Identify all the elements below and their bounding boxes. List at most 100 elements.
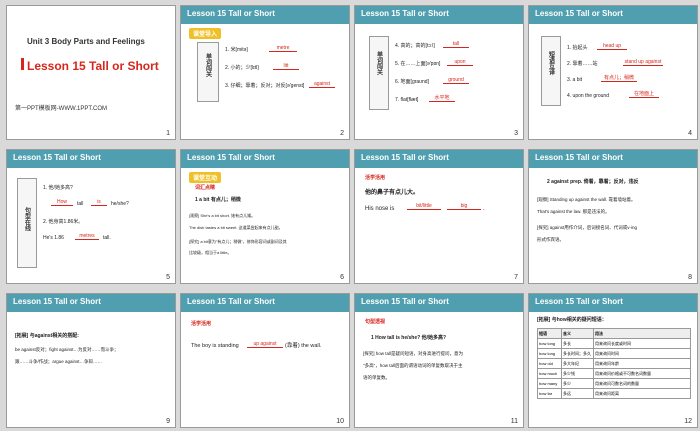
slide-number: 12 (684, 418, 692, 425)
slide-thumbnail-1[interactable]: Unit 3 Body Parts and Feelings Lesson 15… (6, 5, 176, 140)
sentence-word: tall (77, 201, 84, 207)
text-line: 2 against prep. 倚着，靠着；反对，违反 (547, 179, 639, 185)
side-label-box: 单词闯关 (369, 36, 389, 110)
text-line: be against反对；fight against…为反对……而斗争； (15, 347, 119, 352)
text-line: [探究] how tall是疑问短语，对身高进行提问，意为 (363, 351, 464, 356)
text-line: 1 a bit 有点儿；稍微 (195, 197, 241, 203)
sentence-word: He's 1.86 (43, 235, 64, 241)
slide-header-text: Lesson 15 Tall or Short (187, 9, 275, 18)
answer-blank: is (91, 200, 107, 206)
vocab-item: 6. 地面[graʊnd] (395, 79, 429, 85)
lesson-title: Lesson 15 Tall or Short (27, 59, 159, 73)
subsection-label: 活学活用 (365, 175, 386, 181)
table-row: how long 多长 用来询问长度或时间 (537, 338, 691, 349)
table-header-cell: 短语 (537, 328, 562, 339)
slide-thumbnail-8[interactable]: Lesson 15 Tall or Short 2 against prep. … (528, 149, 698, 284)
table-row: how many 多少 用来询问可数名词的数量 (537, 378, 691, 389)
table-cell: 多大年纪 (561, 358, 594, 369)
slide-number: 7 (514, 274, 518, 281)
vocab-item: 7. flat[flæt] (395, 97, 419, 103)
sentence-word: he/she? (111, 201, 129, 207)
answer-blank: against (309, 82, 335, 88)
slide-header-text: Lesson 15 Tall or Short (535, 297, 623, 306)
text-line: [拓展] 与how相关的疑问短语： (537, 317, 607, 323)
slide-number: 5 (166, 274, 170, 281)
slide-header-bar: Lesson 15 Tall or Short (181, 150, 349, 168)
slide-header-bar: Lesson 15 Tall or Short (181, 6, 349, 24)
slide-number: 9 (166, 418, 170, 425)
slide-thumbnail-3[interactable]: Lesson 15 Tall or Short 单词闯关 4. 高的；高的[tɔ… (354, 5, 524, 140)
sentence-line: 1. 他/她多高? (43, 185, 73, 191)
slide-sorter-grid: Unit 3 Body Parts and Feelings Lesson 15… (0, 0, 700, 431)
text-line: [拓展] 与against相关的搭配: (15, 333, 79, 339)
slide-number: 3 (514, 130, 518, 137)
slide-number: 8 (688, 274, 692, 281)
section-tag: 课堂导入 (189, 28, 222, 39)
table-cell: 多长时间；多久 (561, 348, 594, 359)
slide-header-text: Lesson 15 Tall or Short (361, 297, 449, 306)
table-cell: how much (537, 368, 562, 379)
slide-number: 2 (340, 130, 344, 137)
text-line: That's against the law. 那是违法的。 (537, 209, 610, 214)
slide-thumbnail-4[interactable]: Lesson 15 Tall or Short 短语互译 1. 抬起头 head… (528, 5, 698, 140)
slide-header-bar: Lesson 15 Tall or Short (529, 150, 697, 168)
phrase-item: 1. 抬起头 (567, 45, 588, 51)
text-line: His nose is (365, 206, 395, 212)
table-cell: 用来询问价格或不可数名词数量 (593, 368, 691, 379)
table-cell: 用来询问距离 (593, 388, 691, 399)
title-accent-bar (21, 58, 24, 70)
slide-thumbnail-5[interactable]: Lesson 15 Tall or Short 句型在线 1. 他/她多高? H… (6, 149, 176, 284)
phrase-item: 3. a bit (567, 77, 583, 83)
slide-header-text: Lesson 15 Tall or Short (535, 9, 623, 18)
answer-blank: big (447, 204, 481, 210)
table-cell: how many (537, 378, 562, 389)
side-label-box: 句型在线 (17, 178, 37, 268)
table-cell: 多少钱 (561, 368, 594, 379)
vocab-item: 4. 高的；高的[tɔːl] (395, 43, 435, 49)
vocab-item: 1. 米[mitə] (225, 47, 248, 53)
text-line: 语的单复数。 (363, 375, 390, 380)
slide-number: 6 (340, 274, 344, 281)
table-cell: 用来询问可数名词的数量 (593, 378, 691, 389)
slide-header-bar: Lesson 15 Tall or Short (7, 294, 175, 312)
subsection-label: 句型透视 (365, 319, 386, 325)
sentence-word: tall. (103, 235, 111, 241)
table-cell: how old (537, 358, 562, 369)
table-cell: 用来询问长度或时间 (593, 338, 691, 349)
table-cell: 用来询问时间 (593, 348, 691, 359)
slide-thumbnail-7[interactable]: Lesson 15 Tall or Short 活学活用 他的鼻子有点儿大。 H… (354, 149, 524, 284)
phrase-item: 2. 靠着……站 (567, 61, 598, 67)
slide-thumbnail-10[interactable]: Lesson 15 Tall or Short 活学活用 The boy is … (180, 293, 350, 428)
answer-blank: metre (269, 46, 297, 52)
slide-header-text: Lesson 15 Tall or Short (13, 153, 101, 162)
slide-header-text: Lesson 15 Tall or Short (361, 9, 449, 18)
text-line: [观察] She's a bit short. 她有点儿矮。 (189, 213, 256, 218)
slide-thumbnail-2[interactable]: Lesson 15 Tall or Short 课堂导入 单词闯关 1. 米[m… (180, 5, 350, 140)
table-cell: 多长 (561, 338, 594, 349)
table-header-row: 短语 含义 用法 (537, 328, 691, 339)
subsection-label: 词汇点睛 (195, 185, 216, 191)
slide-thumbnail-6[interactable]: Lesson 15 Tall or Short 课堂互动 词汇点睛 1 a bi… (180, 149, 350, 284)
phrase-item: 4. upon the ground (567, 93, 609, 99)
answer-blank: 有点儿；稍微 (601, 76, 637, 82)
answer-blank: upon (447, 60, 473, 66)
slide-number: 11 (510, 418, 518, 425)
slide-header-text: Lesson 15 Tall or Short (361, 153, 449, 162)
side-label: 单词闯关 (375, 51, 382, 75)
table-row: how much 多少钱 用来询问价格或不可数名词数量 (537, 368, 691, 379)
side-label-box: 单词闯关 (197, 42, 219, 102)
slide-header-bar: Lesson 15 Tall or Short (355, 150, 523, 168)
side-label: 句型在线 (23, 207, 30, 231)
text-line: . (483, 206, 485, 212)
answer-blank: 水平地 (429, 96, 455, 102)
slide-thumbnail-11[interactable]: Lesson 15 Tall or Short 句型透视 1 How tall … (354, 293, 524, 428)
table-cell: 用来询问年龄 (593, 358, 691, 369)
how-phrases-table: 短语 含义 用法 how long 多长 用来询问长度或时间 how long 多长时… (537, 328, 691, 399)
slide-thumbnail-9[interactable]: Lesson 15 Tall or Short [拓展] 与against相关的… (6, 293, 176, 428)
answer-blank: up against (247, 342, 283, 348)
vocab-item: 3. 仔细；靠着；反对；对反[ə'genst] (225, 83, 305, 89)
answer-blank: head up (597, 44, 627, 50)
slide-thumbnail-12[interactable]: Lesson 15 Tall or Short [拓展] 与how相关的疑问短语… (528, 293, 698, 428)
footer-watermark: 第一PPT模板网-WWW.1PPT.COM (15, 106, 107, 112)
text-line: The boy is standing (191, 343, 239, 349)
